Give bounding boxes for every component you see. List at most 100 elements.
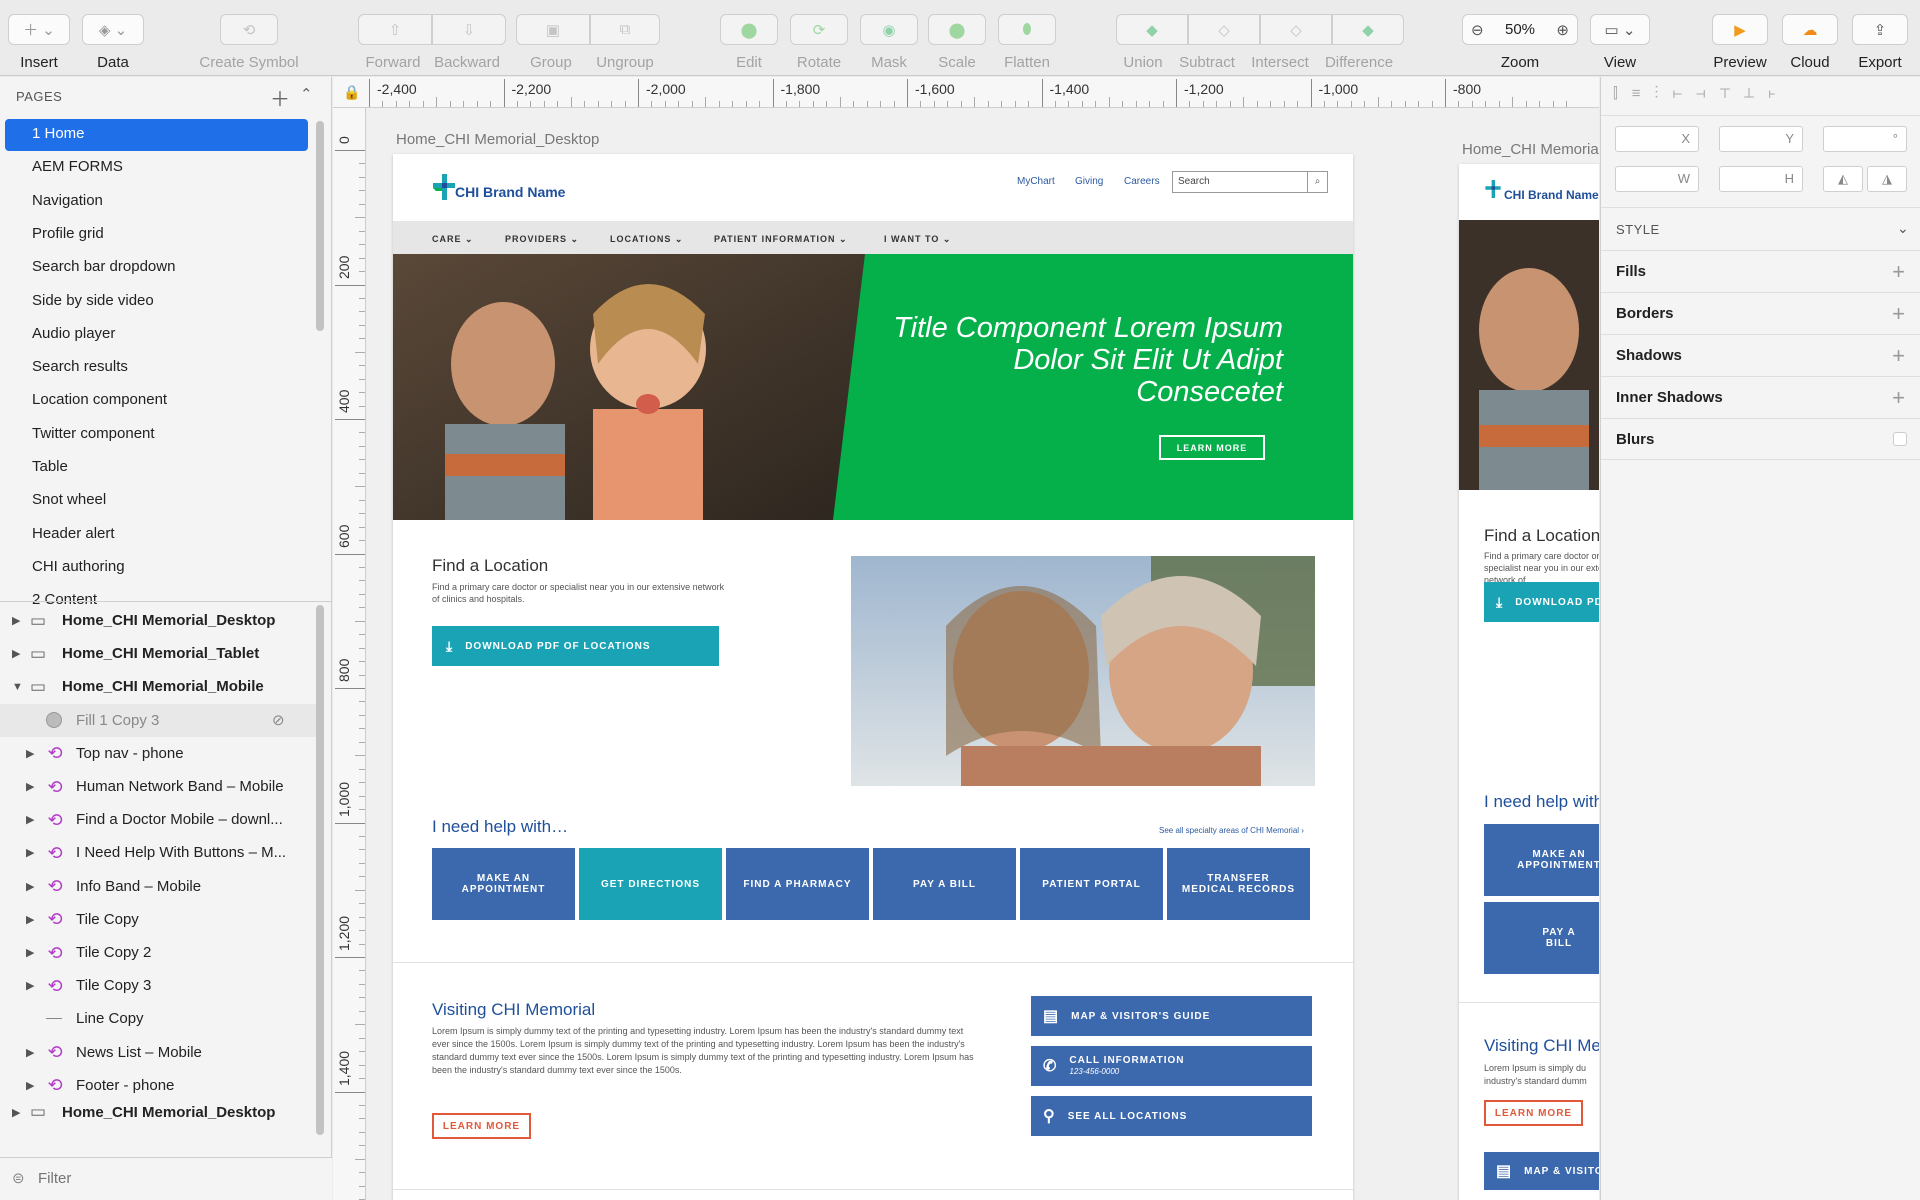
- mask-button[interactable]: ◉: [860, 14, 918, 45]
- help-button-transfer-records[interactable]: TRANSFER MEDICAL RECORDS: [1167, 848, 1310, 920]
- page-item[interactable]: Navigation: [32, 192, 103, 209]
- expand-right-icon[interactable]: ▶: [26, 1046, 34, 1059]
- page-item[interactable]: Snot wheel: [32, 491, 106, 508]
- tablet-brand-name[interactable]: CHI Brand Name: [1504, 188, 1599, 202]
- inner-shadows-section[interactable]: Inner Shadows +: [1601, 376, 1920, 418]
- hidden-eye-icon[interactable]: ⊘: [272, 711, 285, 729]
- intersect-button[interactable]: ◇: [1260, 14, 1332, 45]
- union-button[interactable]: ◆: [1116, 14, 1188, 45]
- page-item[interactable]: Twitter component: [32, 425, 155, 442]
- page-item[interactable]: Profile grid: [32, 225, 104, 242]
- page-item[interactable]: CHI authoring: [32, 558, 125, 575]
- expand-right-icon[interactable]: ▶: [26, 780, 34, 793]
- group-button[interactable]: ▣: [516, 14, 590, 45]
- nav-care[interactable]: CARE ⌄: [432, 234, 474, 245]
- page-item[interactable]: Search bar dropdown: [32, 258, 175, 275]
- ungroup-button[interactable]: ⧉: [590, 14, 660, 45]
- util-link-careers[interactable]: Careers: [1124, 176, 1160, 187]
- align-icons[interactable]: ⫿≡⋮⊢⊣⊤⊥⊦: [1613, 85, 1790, 102]
- fills-section[interactable]: Fills +: [1601, 250, 1920, 292]
- tablet-help-pay-bill[interactable]: PAY A BILL: [1484, 902, 1599, 974]
- nav-patient-information[interactable]: PATIENT INFORMATION ⌄: [714, 234, 848, 245]
- subtract-button[interactable]: ◇: [1188, 14, 1260, 45]
- filter-input[interactable]: [38, 1166, 308, 1190]
- zoom-out-icon[interactable]: ⊖: [1471, 21, 1484, 39]
- util-link-giving[interactable]: Giving: [1075, 176, 1103, 187]
- layer-item[interactable]: ▶ ⟲ Find a Doctor Mobile – downl...: [0, 803, 318, 836]
- download-locations-button[interactable]: ⤓ DOWNLOAD PDF OF LOCATIONS: [432, 626, 719, 666]
- page-item[interactable]: Side by side video: [32, 292, 154, 309]
- expand-right-icon[interactable]: ▶: [12, 1106, 20, 1119]
- tablet-map-button[interactable]: ▤ MAP & VISITO: [1484, 1152, 1599, 1190]
- layer-artboard[interactable]: ▶ ▭ Home_CHI Memorial_Desktop: [0, 604, 318, 637]
- layer-item[interactable]: ▶ ⟲ Tile Copy 2: [0, 936, 318, 969]
- page-item[interactable]: Header alert: [32, 525, 115, 542]
- page-item[interactable]: 1 Home: [32, 125, 85, 142]
- page-item[interactable]: Location component: [32, 391, 167, 408]
- expand-down-icon[interactable]: ▼: [12, 681, 23, 693]
- expand-right-icon[interactable]: ▶: [26, 880, 34, 893]
- y-field[interactable]: Y: [1719, 126, 1803, 152]
- util-link-mychart[interactable]: MyChart: [1017, 176, 1055, 187]
- rotate-button[interactable]: ⟳: [790, 14, 848, 45]
- hero-learn-more-button[interactable]: LEARN MORE: [1159, 435, 1265, 460]
- view-button[interactable]: ▭ ⌄: [1590, 14, 1650, 45]
- blur-checkbox[interactable]: [1893, 432, 1907, 446]
- height-field[interactable]: H: [1719, 166, 1803, 192]
- desktop-artboard-label[interactable]: Home_CHI Memorial_Desktop: [396, 131, 599, 148]
- layer-item[interactable]: ⊘ Fill 1 Copy 3: [0, 703, 318, 737]
- create-symbol-button[interactable]: ⟲: [220, 14, 278, 45]
- tablet-artboard-label[interactable]: Home_CHI Memorial: [1462, 141, 1599, 158]
- expand-right-icon[interactable]: ▶: [26, 946, 34, 959]
- add-page-icon[interactable]: ＋: [270, 83, 290, 112]
- rotation-field[interactable]: °: [1823, 126, 1907, 152]
- backward-button[interactable]: ⇩: [432, 14, 506, 45]
- page-item[interactable]: Audio player: [32, 325, 115, 342]
- help-button-pay-bill[interactable]: PAY A BILL: [873, 848, 1016, 920]
- style-chevron-icon[interactable]: ⌄: [1897, 220, 1909, 237]
- nav-providers[interactable]: PROVIDERS ⌄: [505, 234, 579, 245]
- nav-i-want-to[interactable]: I WANT TO ⌄: [884, 234, 951, 245]
- help-button-make-appointment[interactable]: MAKE AN APPOINTMENT: [432, 848, 575, 920]
- page-item[interactable]: Search results: [32, 358, 128, 375]
- shadows-section[interactable]: Shadows +: [1601, 334, 1920, 376]
- page-item[interactable]: Table: [32, 458, 68, 475]
- edit-button[interactable]: ⬤: [720, 14, 778, 45]
- help-button-find-pharmacy[interactable]: FIND A PHARMACY: [726, 848, 869, 920]
- layer-artboard[interactable]: ▼ ▭ Home_CHI Memorial_Mobile: [0, 670, 318, 703]
- help-see-all-link[interactable]: See all specialty areas of CHI Memorial …: [1159, 826, 1304, 835]
- scale-button[interactable]: ⬤: [928, 14, 986, 45]
- preview-button[interactable]: ▶: [1712, 14, 1768, 45]
- site-search-input[interactable]: Search ⌕: [1172, 171, 1328, 193]
- x-field[interactable]: X: [1615, 126, 1699, 152]
- layer-item[interactable]: ▶ ⟲ Footer - phone: [0, 1069, 318, 1102]
- pages-scrollbar[interactable]: [316, 121, 324, 331]
- expand-right-icon[interactable]: ▶: [12, 614, 20, 627]
- tablet-learn-more-button[interactable]: LEARN MORE: [1484, 1100, 1583, 1126]
- search-icon[interactable]: ⌕: [1307, 172, 1327, 192]
- export-button[interactable]: ⇪: [1852, 14, 1908, 45]
- flip-horizontal-icon[interactable]: ◭: [1823, 166, 1863, 192]
- zoom-in-icon[interactable]: ⊕: [1556, 21, 1569, 39]
- flatten-button[interactable]: ⬮: [998, 14, 1056, 45]
- expand-right-icon[interactable]: ▶: [26, 813, 34, 826]
- page-item[interactable]: AEM FORMS: [32, 158, 123, 175]
- blurs-section[interactable]: Blurs: [1601, 418, 1920, 460]
- visit-learn-more-button[interactable]: LEARN MORE: [432, 1113, 531, 1139]
- help-button-get-directions[interactable]: GET DIRECTIONS: [579, 848, 722, 920]
- data-button[interactable]: ◈ ⌄: [82, 14, 144, 45]
- layer-item[interactable]: Line Copy: [0, 1002, 318, 1035]
- expand-right-icon[interactable]: ▶: [26, 1079, 34, 1092]
- expand-right-icon[interactable]: ▶: [26, 747, 34, 760]
- layer-artboard[interactable]: ▶ ▭ Home_CHI Memorial_Desktop: [0, 1102, 318, 1122]
- layer-item[interactable]: ▶ ⟲ Info Band – Mobile: [0, 870, 318, 903]
- zoom-control[interactable]: ⊖ 50% ⊕: [1462, 14, 1578, 45]
- expand-right-icon[interactable]: ▶: [12, 647, 20, 660]
- difference-button[interactable]: ◆: [1332, 14, 1404, 45]
- width-field[interactable]: W: [1615, 166, 1699, 192]
- tablet-help-make-appointment[interactable]: MAKE AN APPOINTMENT: [1484, 824, 1599, 896]
- lock-icon[interactable]: 🔒: [343, 84, 360, 101]
- see-all-locations-button[interactable]: ⚲ SEE ALL LOCATIONS: [1031, 1096, 1312, 1136]
- insert-button[interactable]: ＋ ⌄: [8, 14, 70, 45]
- call-information-button[interactable]: ✆ CALL INFORMATION 123-456-0000: [1031, 1046, 1312, 1086]
